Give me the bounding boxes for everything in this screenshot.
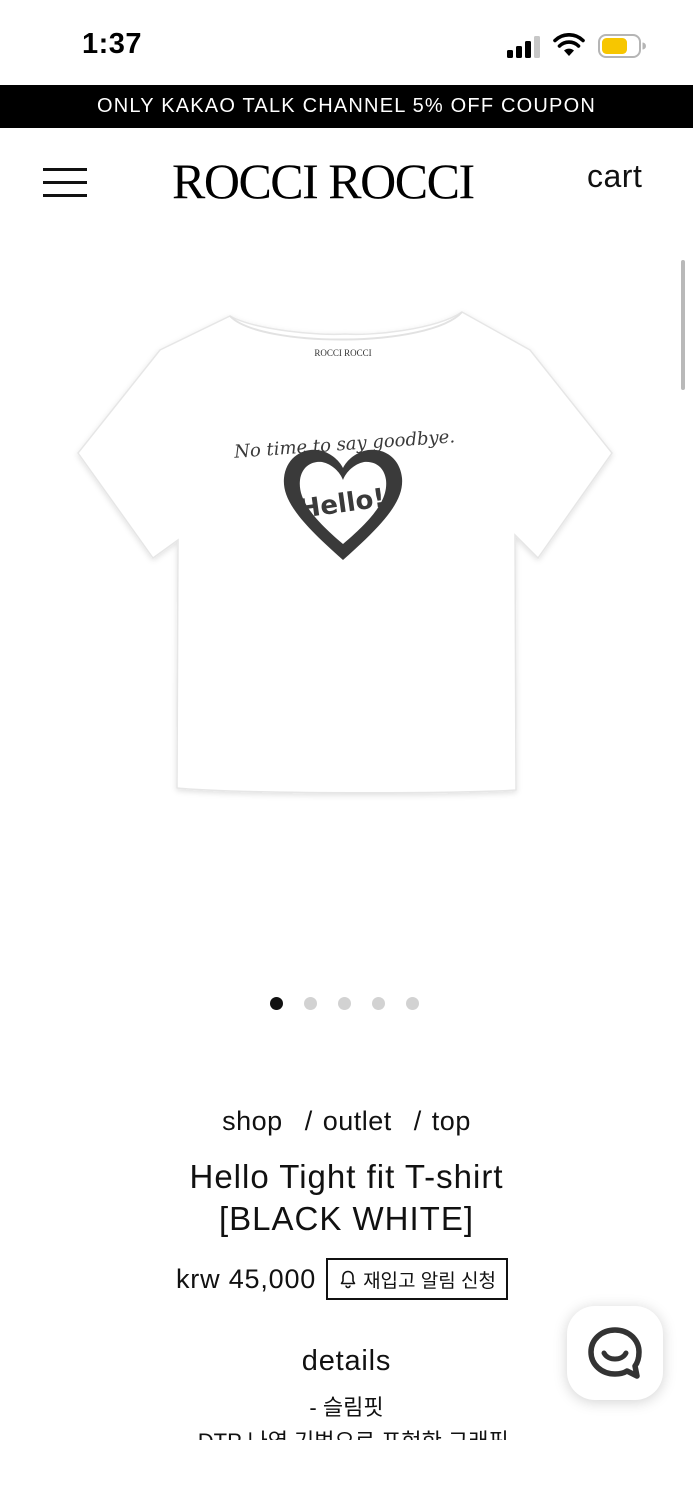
wifi-icon xyxy=(553,33,585,56)
breadcrumb-separator: / xyxy=(304,1106,313,1136)
carousel-dot-3[interactable] xyxy=(338,997,351,1010)
restock-alert-button[interactable]: 재입고 알림 신청 xyxy=(326,1258,508,1300)
breadcrumb-shop[interactable]: shop xyxy=(222,1106,283,1136)
chat-bubble-icon xyxy=(588,1327,642,1379)
status-bar: 1:37 xyxy=(0,0,693,85)
chat-button[interactable] xyxy=(567,1306,663,1400)
carousel-dot-1[interactable] xyxy=(270,997,283,1010)
restock-alert-label: 재입고 알림 신청 xyxy=(363,1270,496,1292)
bell-icon xyxy=(340,1270,356,1289)
breadcrumb-top[interactable]: top xyxy=(432,1106,471,1136)
product-title-line-1: Hello Tight fit T-shirt xyxy=(189,1158,504,1195)
cart-link[interactable]: cart xyxy=(587,158,642,195)
breadcrumb: shop / outlet / top xyxy=(0,1106,693,1137)
breadcrumb-separator: / xyxy=(413,1106,422,1136)
product-title-line-2: [BLACK WHITE] xyxy=(218,1200,475,1237)
battery-icon xyxy=(598,34,646,58)
status-time: 1:37 xyxy=(82,28,143,60)
product-image[interactable]: ROCCI ROCCI No time to say goodbye. Hell… xyxy=(60,290,630,810)
price-row: krw 45,000 재입고 알림 신청 xyxy=(176,1258,508,1300)
breadcrumb-outlet[interactable]: outlet xyxy=(323,1106,392,1136)
page-cutoff xyxy=(0,1440,693,1500)
carousel-dot-5[interactable] xyxy=(406,997,419,1010)
site-header: ROCCI ROCCI cart xyxy=(0,128,693,238)
product-price: krw 45,000 xyxy=(176,1263,317,1294)
promo-banner[interactable]: ONLY KAKAO TALK CHANNEL 5% OFF COUPON xyxy=(0,85,693,128)
carousel-dot-4[interactable] xyxy=(372,997,385,1010)
brand-logo[interactable]: ROCCI ROCCI xyxy=(172,152,475,210)
hamburger-menu-icon[interactable] xyxy=(43,166,87,198)
cellular-signal-icon xyxy=(507,36,543,58)
neck-label-text: ROCCI ROCCI xyxy=(314,348,371,358)
scrollbar[interactable] xyxy=(681,260,685,390)
product-title: Hello Tight fit T-shirt [BLACK WHITE] xyxy=(0,1156,693,1240)
carousel-dot-2[interactable] xyxy=(304,997,317,1010)
carousel-dots xyxy=(270,997,419,1010)
